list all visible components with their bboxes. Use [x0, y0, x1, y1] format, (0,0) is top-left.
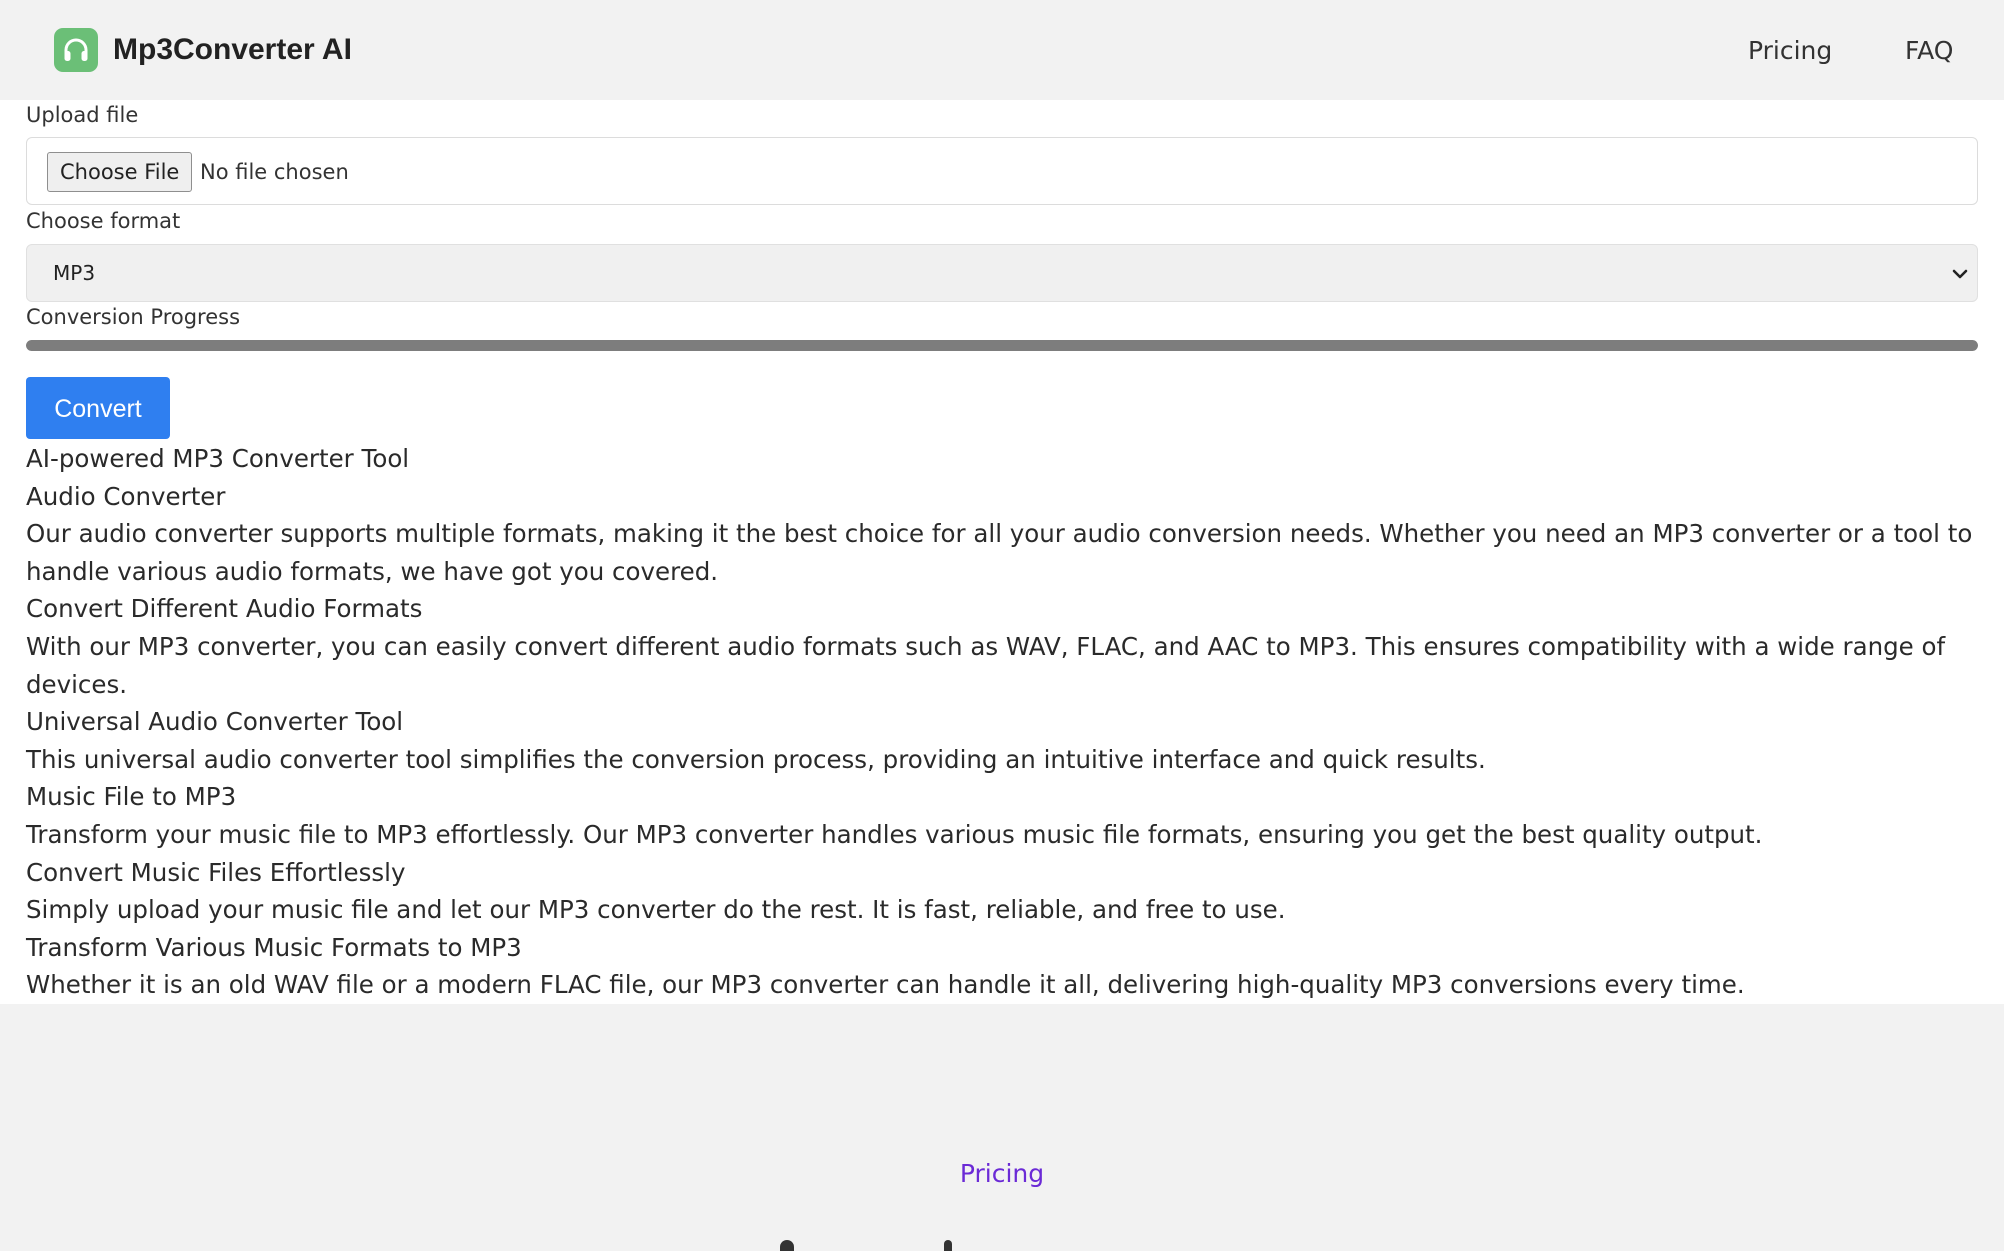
section-heading: Audio Converter [26, 481, 226, 511]
footer: Pricing [0, 1004, 2004, 1251]
format-selected-value: MP3 [53, 261, 96, 285]
section-heading: Music File to MP3 [26, 782, 237, 812]
section-paragraph: Our audio converter supports multiple fo… [26, 519, 1973, 586]
section-heading: Universal Audio Converter Tool [26, 707, 404, 737]
content-section: AI-powered MP3 Converter Tool Audio Conv… [26, 440, 1986, 1004]
brand-name[interactable]: Mp3Converter AI [113, 28, 352, 72]
conversion-progress-bar [26, 340, 1978, 351]
section-paragraph: With our MP3 converter, you can easily c… [26, 631, 1946, 699]
file-input[interactable]: Choose File No file chosen [26, 137, 1978, 205]
section-heading: Transform Various Music Formats to MP3 [26, 932, 522, 962]
nav-pricing-link[interactable]: Pricing [1748, 33, 1832, 69]
header: Mp3Converter AI Pricing FAQ [0, 0, 2004, 100]
headphones-icon[interactable] [54, 28, 98, 72]
format-select[interactable]: MP3 [26, 244, 1978, 302]
footer-partial-icon [780, 1240, 794, 1251]
section-paragraph: Transform your music file to MP3 effortl… [26, 819, 1763, 849]
section-heading: Convert Music Files Effortlessly [26, 857, 406, 887]
upload-label: Upload file [26, 103, 139, 127]
section-paragraph: Simply upload your music file and let ou… [26, 895, 1286, 925]
format-label: Choose format [26, 209, 181, 233]
footer-partial-icon [944, 1240, 952, 1251]
progress-label: Conversion Progress [26, 305, 241, 329]
nav-faq-link[interactable]: FAQ [1905, 33, 1953, 69]
progress-fill [26, 340, 1978, 351]
convert-button[interactable]: Convert [26, 377, 170, 439]
section-paragraph: This universal audio converter tool simp… [26, 744, 1486, 774]
section-heading: Convert Different Audio Formats [26, 594, 423, 624]
section-title: AI-powered MP3 Converter Tool [26, 444, 410, 473]
chevron-down-icon [1952, 269, 1968, 279]
choose-file-button[interactable]: Choose File [47, 152, 193, 192]
page: Mp3Converter AI Pricing FAQ Upload file … [0, 0, 2004, 1251]
footer-pricing-link[interactable]: Pricing [0, 1156, 2004, 1192]
section-paragraph: Whether it is an old WAV file or a moder… [26, 970, 1745, 1000]
file-status-text: No file chosen [200, 160, 349, 184]
